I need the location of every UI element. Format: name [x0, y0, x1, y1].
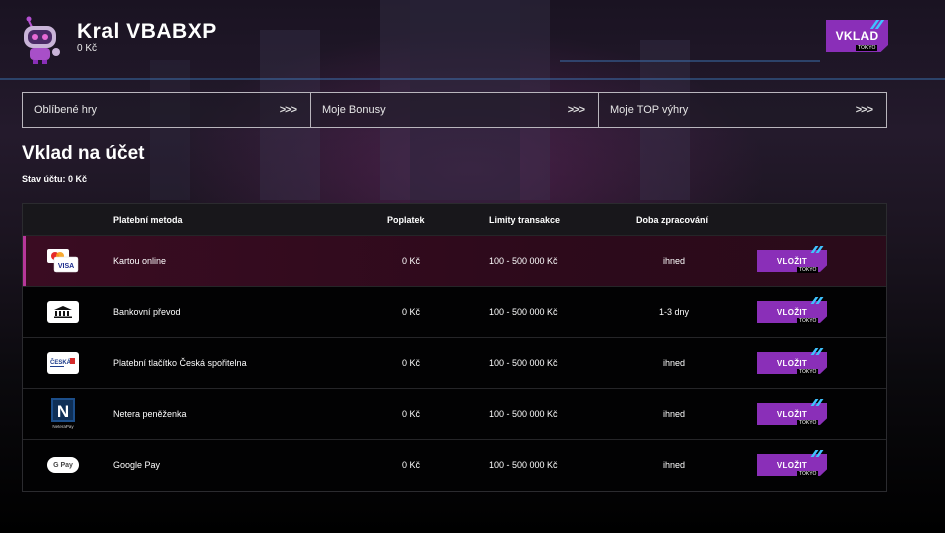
button-tag: TOKYO: [797, 318, 819, 324]
button-label: VLOŽIT: [776, 358, 808, 368]
logo-text: NeteraPay: [52, 424, 74, 429]
button-label: VLOŽIT: [776, 307, 808, 317]
slash-decoration-icon: [810, 348, 824, 355]
slash-decoration-icon: [810, 246, 824, 253]
slash-decoration-icon: [810, 450, 824, 457]
nav-item-my-bonuses[interactable]: Moje Bonusy >>>: [311, 93, 599, 127]
ceska-sporitelna-icon: ČESKÁ: [47, 352, 79, 374]
method-name: Bankovní převod: [113, 307, 181, 317]
table-header: Platební metoda Poplatek Limity transakc…: [23, 204, 886, 235]
button-tag: TOKYO: [797, 420, 819, 426]
chevrons-right-icon: >>>: [279, 104, 297, 116]
nav-item-favorite-games[interactable]: Oblíbené hry >>>: [23, 93, 311, 127]
fee: 0 Kč: [401, 409, 420, 419]
fee: 0 Kč: [401, 256, 420, 266]
chevrons-right-icon: >>>: [567, 104, 585, 116]
account-state: Stav účtu: 0 Kč: [22, 174, 88, 184]
page-title: Vklad na účet: [22, 143, 145, 164]
svg-text:N: N: [57, 402, 69, 421]
method-name: Google Pay: [113, 460, 161, 470]
header-balance: 0 Kč: [77, 43, 98, 54]
table-row[interactable]: ČESKÁ Platební tlačítko Česká spořitelna…: [23, 337, 886, 388]
button-tag: TOKYO: [797, 267, 819, 273]
deposit-tag: TOKYO: [856, 45, 878, 51]
button-label: VLOŽIT: [776, 256, 808, 266]
limits: 100 - 500 000 Kč: [489, 460, 558, 470]
table-row[interactable]: N NeteraPay Netera peněženka 0 Kč 100 - …: [23, 388, 886, 439]
processing-time: ihned: [662, 256, 686, 266]
nav-item-label: Moje TOP výhry: [610, 104, 689, 116]
button-label: VLOŽIT: [776, 460, 808, 470]
header: Kral VBABXP 0 Kč VKLAD TOKYO: [0, 0, 945, 80]
processing-time: ihned: [662, 409, 686, 419]
fee: 0 Kč: [401, 460, 420, 470]
chevrons-right-icon: >>>: [855, 104, 873, 116]
bank-icon: [47, 301, 79, 323]
processing-time: ihned: [662, 460, 686, 470]
payment-methods-table: Platební metoda Poplatek Limity transakc…: [22, 203, 887, 492]
fee: 0 Kč: [401, 307, 420, 317]
nav-item-label: Moje Bonusy: [322, 104, 386, 116]
method-name: Kartou online: [113, 256, 167, 266]
button-tag: TOKYO: [797, 369, 819, 375]
slash-decoration-icon: [810, 399, 824, 406]
username: Kral VBABXP: [77, 20, 217, 43]
logo-text: G Pay: [53, 461, 73, 469]
table-row[interactable]: Bankovní převod 0 Kč 100 - 500 000 Kč 1-…: [23, 286, 886, 337]
method-name: Platební tlačítko Česká spořitelna: [113, 358, 247, 368]
table-row[interactable]: G Pay Google Pay 0 Kč 100 - 500 000 Kč i…: [23, 439, 886, 490]
limits: 100 - 500 000 Kč: [489, 256, 558, 266]
slash-decoration-icon: [810, 297, 824, 304]
header-fee: Poplatek: [387, 215, 425, 225]
limits: 100 - 500 000 Kč: [489, 307, 558, 317]
processing-time: ihned: [662, 358, 686, 368]
limits: 100 - 500 000 Kč: [489, 358, 558, 368]
header-time: Doba zpracování: [636, 215, 709, 225]
nav-item-label: Oblíbené hry: [34, 104, 97, 116]
deposit-button-label: VKLAD: [835, 29, 879, 43]
fee: 0 Kč: [401, 358, 420, 368]
slash-decoration-icon: [869, 20, 885, 29]
account-nav: Oblíbené hry >>> Moje Bonusy >>> Moje TO…: [22, 92, 887, 128]
button-label: VLOŽIT: [776, 409, 808, 419]
visa-mastercard-icon: VISA: [47, 249, 79, 273]
robot-avatar-icon[interactable]: [20, 16, 64, 64]
logo-text: VISA: [58, 263, 74, 270]
google-pay-icon: G Pay: [47, 457, 79, 473]
table-row[interactable]: VISA Kartou online 0 Kč 100 - 500 000 Kč…: [23, 235, 886, 286]
logo-text: ČESKÁ: [50, 359, 72, 366]
processing-time: 1-3 dny: [658, 307, 690, 317]
nav-item-top-wins[interactable]: Moje TOP výhry >>>: [599, 93, 886, 127]
button-tag: TOKYO: [797, 471, 819, 477]
header-limits: Limity transakce: [489, 215, 561, 225]
limits: 100 - 500 000 Kč: [489, 409, 558, 419]
netera-pay-icon: N NeteraPay: [47, 398, 79, 429]
method-name: Netera peněženka: [113, 409, 187, 419]
header-method: Platební metoda: [113, 215, 183, 225]
